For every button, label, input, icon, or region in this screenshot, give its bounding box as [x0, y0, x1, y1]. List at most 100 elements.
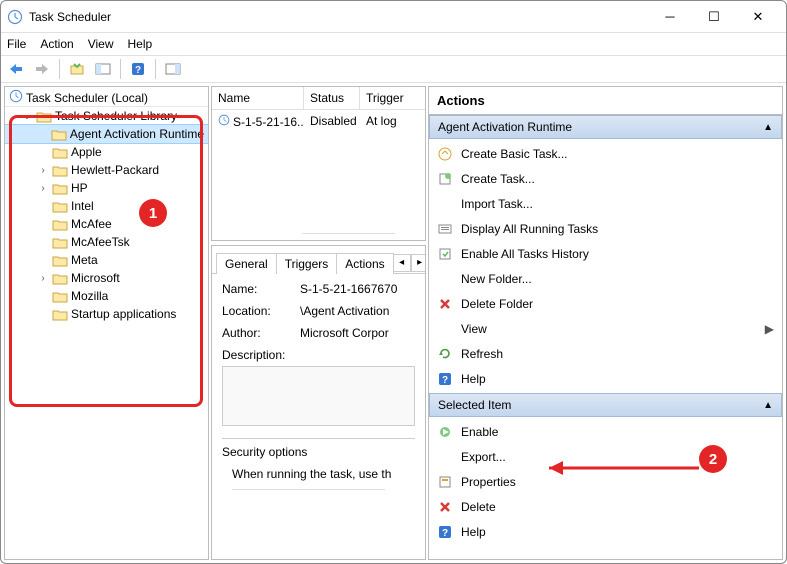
- action-item[interactable]: Import Task...: [429, 191, 782, 216]
- folder-icon: [36, 109, 52, 123]
- delete-folder-icon: [437, 296, 453, 312]
- action-item-label: Display All Running Tasks: [461, 222, 598, 236]
- tree-item[interactable]: Mozilla: [5, 287, 208, 305]
- navigation-tree[interactable]: Task Scheduler (Local) ⌄ Task Scheduler …: [5, 87, 208, 325]
- help-icon: ?: [437, 371, 453, 387]
- col-name[interactable]: Name: [212, 87, 304, 109]
- actions-group-context[interactable]: Agent Activation Runtime ▲: [429, 115, 782, 139]
- action-item[interactable]: Enable: [429, 419, 782, 444]
- tree-item[interactable]: Meta: [5, 251, 208, 269]
- action-item[interactable]: View▶: [429, 316, 782, 341]
- tree-item[interactable]: Agent Activation Runtime: [5, 125, 208, 143]
- action-item[interactable]: Export...: [429, 444, 782, 469]
- tab-scroll-right[interactable]: ▸: [411, 254, 426, 272]
- tab-triggers[interactable]: Triggers: [276, 253, 338, 274]
- chevron-right-icon: ▶: [765, 322, 774, 336]
- col-status[interactable]: Status: [304, 87, 360, 109]
- menu-file[interactable]: File: [7, 37, 26, 51]
- folder-icon: [52, 235, 68, 249]
- task-triggers: At log: [360, 112, 425, 131]
- action-item[interactable]: ?Help: [429, 366, 782, 391]
- help-toolbar-button[interactable]: ?: [127, 58, 149, 80]
- expand-icon[interactable]: ›: [37, 273, 49, 284]
- action-item[interactable]: Enable All Tasks History: [429, 241, 782, 266]
- tree-item-label: Mozilla: [71, 289, 108, 303]
- author-value: Microsoft Corpor: [300, 326, 415, 340]
- action-item-label: Enable: [461, 425, 498, 439]
- tab-actions[interactable]: Actions: [336, 253, 393, 274]
- action-item[interactable]: Refresh: [429, 341, 782, 366]
- refresh-icon: [437, 346, 453, 362]
- location-label: Location:: [222, 304, 300, 318]
- menu-action[interactable]: Action: [40, 37, 73, 51]
- action-item[interactable]: Properties: [429, 469, 782, 494]
- action-item-label: Delete Folder: [461, 297, 533, 311]
- action-item[interactable]: Delete: [429, 494, 782, 519]
- folder-icon: [52, 217, 68, 231]
- tree-item[interactable]: Intel: [5, 197, 208, 215]
- task-scheduler-window: Task Scheduler ─ ☐ ✕ File Action View He…: [0, 0, 787, 564]
- action-item-label: Import Task...: [461, 197, 533, 211]
- task-list-pane: Name Status Trigger S-1-5-21-16... Disab…: [211, 86, 426, 241]
- security-options-header: Security options: [222, 438, 415, 459]
- menu-view[interactable]: View: [88, 37, 114, 51]
- name-label: Name:: [222, 282, 300, 296]
- action-item-label: Create Task...: [461, 172, 535, 186]
- tab-scroll-left[interactable]: ◂: [393, 254, 411, 272]
- action-item-label: Properties: [461, 475, 516, 489]
- show-hide-tree-button[interactable]: [92, 58, 114, 80]
- action-item[interactable]: ath d="M1 3 L6 3 L7 4 L15 4 L15 12 L1 12…: [429, 266, 782, 291]
- minimize-button[interactable]: ─: [648, 9, 692, 24]
- running-tasks-icon: [437, 221, 453, 237]
- enable-icon: [437, 424, 453, 440]
- task-status: Disabled: [304, 112, 360, 131]
- tree-item[interactable]: ›Hewlett-Packard: [5, 161, 208, 179]
- close-button[interactable]: ✕: [736, 9, 780, 25]
- tree-item-label: Meta: [71, 253, 98, 267]
- action-item[interactable]: ? Help: [429, 519, 782, 544]
- property-tabs: General Triggers Actions ◂ ▸: [212, 246, 425, 274]
- wizard-icon: [437, 146, 453, 162]
- collapse-icon: ▲: [763, 122, 773, 133]
- tab-general[interactable]: General: [216, 253, 277, 274]
- up-button[interactable]: [66, 58, 88, 80]
- tree-item[interactable]: McAfee: [5, 215, 208, 233]
- back-button[interactable]: [5, 58, 27, 80]
- action-item[interactable]: Display All Running Tasks: [429, 216, 782, 241]
- tree-item[interactable]: McAfeeTsk: [5, 233, 208, 251]
- action-item-label: Help: [461, 525, 486, 539]
- expand-icon[interactable]: ›: [37, 165, 49, 176]
- tree-item-label: McAfeeTsk: [71, 235, 130, 249]
- tree-item[interactable]: Startup applications: [5, 305, 208, 323]
- actions-group-selected[interactable]: Selected Item ▲: [429, 393, 782, 417]
- forward-button[interactable]: [31, 58, 53, 80]
- expand-icon[interactable]: ⌄: [21, 111, 33, 122]
- maximize-button[interactable]: ☐: [692, 9, 736, 25]
- col-triggers[interactable]: Trigger: [360, 87, 425, 109]
- tree-item-label: Apple: [71, 145, 102, 159]
- tree-root[interactable]: Task Scheduler (Local): [5, 89, 208, 107]
- window-title: Task Scheduler: [29, 10, 648, 24]
- action-item[interactable]: Create Basic Task...: [429, 141, 782, 166]
- expand-icon[interactable]: ›: [37, 183, 49, 194]
- task-name: S-1-5-21-16...: [233, 115, 304, 129]
- tree-item[interactable]: Apple: [5, 143, 208, 161]
- folder-icon: [52, 163, 68, 177]
- folder-icon: [52, 181, 68, 195]
- tree-item[interactable]: ›HP: [5, 179, 208, 197]
- clock-icon: [9, 89, 23, 106]
- tree-item[interactable]: ›Microsoft: [5, 269, 208, 287]
- action-item[interactable]: Create Task...: [429, 166, 782, 191]
- show-hide-actions-button[interactable]: [162, 58, 184, 80]
- task-properties-pane: General Triggers Actions ◂ ▸ Name:S-1-5-…: [211, 245, 426, 560]
- toolbar: ?: [1, 55, 786, 83]
- svg-text:?: ?: [442, 528, 448, 539]
- export-icon: [437, 449, 453, 465]
- menu-help[interactable]: Help: [128, 37, 153, 51]
- svg-text:?: ?: [135, 65, 141, 76]
- task-detail-column: Name Status Trigger S-1-5-21-16... Disab…: [211, 86, 426, 560]
- location-value: \Agent Activation: [300, 304, 415, 318]
- action-item[interactable]: Delete Folder: [429, 291, 782, 316]
- tree-library[interactable]: ⌄ Task Scheduler Library: [5, 107, 208, 125]
- task-row[interactable]: S-1-5-21-16... Disabled At log: [212, 110, 425, 133]
